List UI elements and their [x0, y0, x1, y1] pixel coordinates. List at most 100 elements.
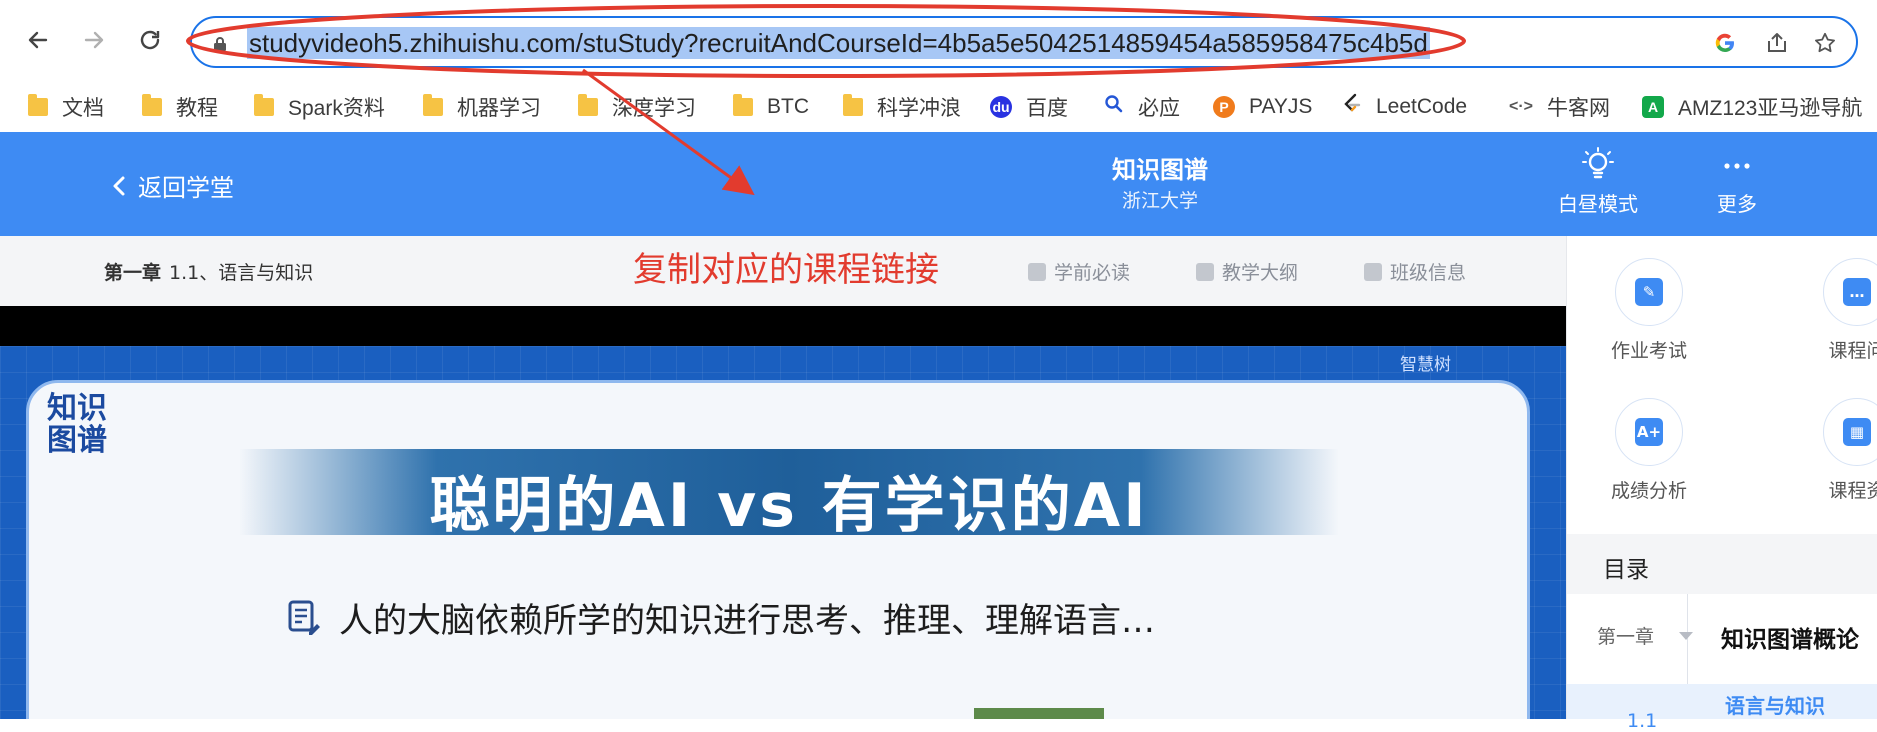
more-button[interactable]: 更多	[1682, 146, 1792, 217]
slide-bullet: 人的大脑依赖所学的知识进行思考、推理、理解语言…	[287, 593, 1155, 642]
lock-icon[interactable]	[214, 36, 226, 51]
homework-icon: ✎	[1635, 278, 1663, 306]
toc-header: 目录	[1567, 534, 1877, 594]
knowledge-graph-logo: 知识图谱	[47, 391, 107, 458]
nowcoder-icon: <·>	[1509, 98, 1534, 115]
bookmark-ml[interactable]: 机器学习	[423, 90, 541, 124]
class-info-link[interactable]: 班级信息	[1364, 258, 1466, 285]
toc-chapter-row[interactable]: 第一章 知识图谱概论	[1567, 594, 1877, 719]
link-label: 学前必读	[1054, 262, 1131, 284]
university-name: 浙江大学	[1121, 190, 1198, 212]
toc-title: 目录	[1603, 557, 1649, 583]
notice-icon	[1028, 262, 1046, 281]
folder-icon	[254, 94, 274, 116]
slide-green-block	[974, 708, 1104, 719]
address-bar[interactable]: studyvideoh5.zhihuishu.com/stuStudy?recr…	[190, 16, 1858, 68]
toc-section-number: 1.1	[1627, 710, 1658, 732]
bookmark-label: AMZ123亚马逊导航	[1678, 97, 1863, 120]
bookmark-baidu[interactable]: du 百度	[990, 90, 1068, 124]
syllabus-link[interactable]: 教学大纲	[1196, 258, 1298, 285]
pre-study-link[interactable]: 学前必读	[1028, 258, 1130, 285]
share-icon[interactable]	[1762, 28, 1792, 58]
tool-circle: ▦	[1823, 398, 1877, 466]
star-icon[interactable]	[1810, 28, 1840, 58]
course-header: 返回学堂 知识图谱 浙江大学 白昼模式 更多	[0, 132, 1877, 236]
back-button[interactable]	[20, 22, 56, 58]
list-icon	[1364, 262, 1382, 281]
toc-chapter-title: 知识图谱概论	[1721, 627, 1859, 653]
tool-label: 课程资	[1828, 480, 1877, 502]
course-qa-button[interactable]: … 课程问	[1797, 258, 1877, 363]
annotation-text: 复制对应的课程链接	[633, 250, 939, 290]
bookmark-surf[interactable]: 科学冲浪	[843, 90, 961, 124]
folder-icon	[843, 94, 863, 116]
bookmark-bing[interactable]: 必应	[1104, 90, 1180, 124]
bookmark-label: 教程	[176, 97, 218, 120]
bookmark-label: 百度	[1026, 97, 1068, 120]
slide-text: 人的大脑依赖所学的知识进行思考、推理、理解语言…	[339, 601, 1155, 641]
browser-toolbar: studyvideoh5.zhihuishu.com/stuStudy?recr…	[0, 0, 1877, 82]
toc-chapter-label: 第一章	[1597, 626, 1655, 648]
bookmark-label: 必应	[1138, 97, 1180, 120]
toc-section-row[interactable]: 1.1 语言与知识	[1567, 684, 1877, 732]
tool-label: 作业考试	[1610, 340, 1687, 362]
toc-section-title: 语言与知识	[1725, 694, 1825, 718]
right-panel: ✎ 作业考试 … 课程问 A+ 成绩分析 ▦ 课程资 目录 第一章 知识图谱概论…	[1566, 236, 1877, 732]
forward-button[interactable]	[76, 22, 112, 58]
course-title: 知识图谱	[1112, 156, 1208, 184]
folder-icon	[733, 94, 753, 116]
video-player[interactable]: 智慧树 知识图谱 聪明的AI vs 有学识的AI 人的大脑依赖所学的知识进行思考…	[0, 346, 1566, 719]
more-icon	[1724, 163, 1750, 169]
bookmark-label: PAYJS	[1249, 95, 1313, 118]
book-icon	[1196, 262, 1214, 281]
bookmark-label: 文档	[62, 97, 104, 120]
arrow-left-icon	[28, 31, 48, 49]
video-top-bar	[0, 306, 1566, 346]
back-to-school-button[interactable]: 返回学堂	[112, 168, 234, 203]
course-resources-button[interactable]: ▦ 课程资	[1797, 398, 1877, 503]
bookmarks-bar: 文档 教程 Spark资料 机器学习 深度学习 BTC 科学冲浪 du 百度 必应…	[0, 82, 1877, 132]
lightbulb-icon	[1582, 147, 1614, 179]
back-label: 返回学堂	[138, 174, 234, 202]
bookmark-label: BTC	[767, 95, 809, 118]
chat-icon: …	[1843, 278, 1871, 306]
payjs-icon: P	[1213, 96, 1235, 118]
reload-icon	[140, 30, 160, 50]
bookmark-amz123[interactable]: A AMZ123亚马逊导航	[1642, 90, 1862, 124]
reload-button[interactable]	[132, 22, 168, 58]
bookmark-dl[interactable]: 深度学习	[578, 90, 696, 124]
slide-banner: 聪明的AI vs 有学识的AI	[239, 449, 1339, 541]
url-text[interactable]: studyvideoh5.zhihuishu.com/stuStudy?recr…	[247, 27, 1430, 59]
chevron-down-icon[interactable]	[1679, 632, 1693, 640]
tool-label: 课程问	[1828, 340, 1877, 362]
baidu-icon: du	[990, 96, 1012, 118]
bookmark-nowcoder[interactable]: <·> 牛客网	[1509, 90, 1610, 124]
leetcode-icon	[1342, 93, 1362, 121]
bookmark-docs[interactable]: 文档	[28, 90, 104, 124]
chapter-label: 第一章	[104, 262, 162, 284]
analysis-icon: A+	[1635, 418, 1663, 446]
bookmark-label: LeetCode	[1376, 95, 1468, 118]
bookmark-label: Spark资料	[288, 97, 385, 120]
day-mode-button[interactable]: 白昼模式	[1543, 146, 1653, 217]
bookmark-btc[interactable]: BTC	[733, 90, 809, 124]
tool-circle: …	[1823, 258, 1877, 326]
tool-circle: ✎	[1615, 258, 1683, 326]
chevron-left-icon	[113, 176, 125, 195]
bookmark-label: 科学冲浪	[877, 97, 961, 120]
score-analysis-button[interactable]: A+ 成绩分析	[1589, 398, 1709, 503]
bookmark-payjs[interactable]: P PAYJS	[1213, 90, 1312, 124]
bookmark-spark[interactable]: Spark资料	[254, 90, 385, 124]
homework-exam-button[interactable]: ✎ 作业考试	[1589, 258, 1709, 363]
bookmark-label: 机器学习	[457, 97, 541, 120]
tool-label: 成绩分析	[1610, 480, 1687, 502]
google-icon[interactable]	[1710, 28, 1740, 58]
bookmark-tutorials[interactable]: 教程	[142, 90, 218, 124]
folder-icon: ▦	[1843, 418, 1871, 446]
link-label: 班级信息	[1390, 262, 1467, 284]
slide-banner-text: 聪明的AI vs 有学识的AI	[429, 471, 1149, 541]
bookmark-leetcode[interactable]: LeetCode	[1342, 90, 1467, 124]
arrow-right-icon	[84, 31, 104, 49]
chapter-bar: 第一章 1.1、语言与知识 复制对应的课程链接 学前必读 教学大纲 班级信息	[0, 236, 1566, 306]
folder-icon	[142, 94, 162, 116]
